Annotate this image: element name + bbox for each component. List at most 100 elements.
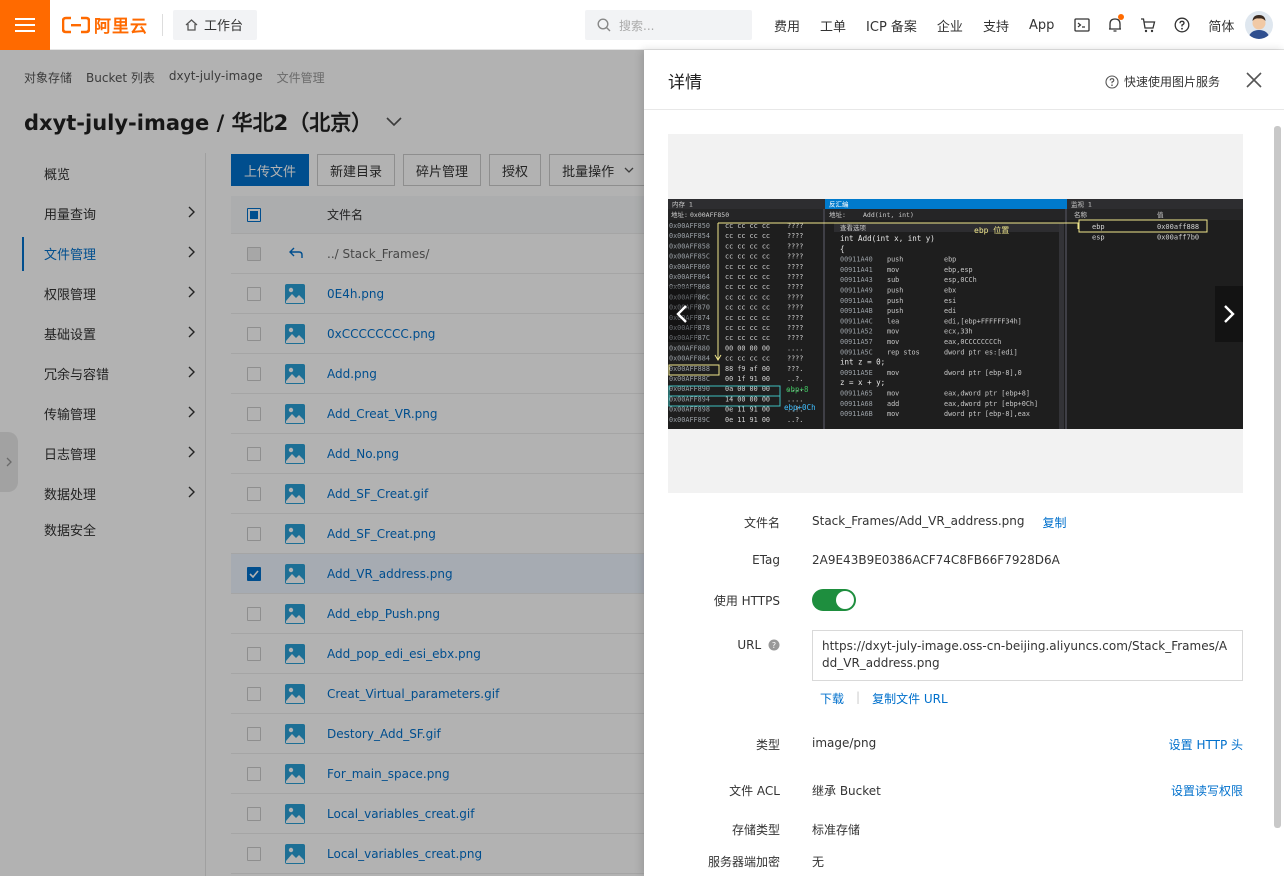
etag-row: ETag 2A9E43B9E0386ACF74C8FB66F7928D6A [668,553,1243,567]
workbench-label: 工作台 [204,19,244,34]
memory-row-ascii: ???? [787,324,803,332]
preview-image: 内存 1 反汇编 监视 1 地址: 0x00AFF850 地址: Add(int… [668,199,1243,429]
asm-address: 00911A68 [840,400,873,408]
memory-row-bytes: 0e 11 91 00 [725,416,770,424]
divider: | [856,690,861,704]
memory-row-ascii: ???. [787,365,803,373]
copy-url-link[interactable]: 复制文件 URL [872,690,948,707]
view-options: 查看选项 [840,223,867,232]
avatar[interactable] [1245,11,1273,39]
search-input[interactable]: 搜索... [585,10,752,40]
asm-operand: ecx,33h [944,328,973,336]
asm-address: 00911A5C [840,348,873,356]
memory-row-bytes: 00 00 00 00 [725,344,770,352]
previous-image-button[interactable] [668,286,696,342]
nav-support[interactable]: 支持 [983,16,1009,35]
memory-row-address: 0x00AFF880 [669,344,710,352]
detail-drawer: 详情 快速使用图片服务 内存 1 反汇编 监视 1 地址: 0x00AFF850… [644,50,1284,876]
memory-row-ascii: ???? [787,232,803,240]
storage-label: 存储类型 [731,823,780,837]
set-http-header-link[interactable]: 设置 HTTP 头 [1169,736,1243,753]
modal-overlay[interactable] [0,50,644,876]
divider [644,109,1284,110]
asm-address: 00911A5E [840,369,873,377]
menu-button[interactable] [0,0,50,50]
asm-address: 00911A6B [840,410,873,418]
language-switch[interactable]: 简体 [1208,16,1234,35]
top-nav: 费用 工单 ICP 备案 企业 支持 App 简体 [774,0,1254,50]
type-row: 类型 image/png 设置 HTTP 头 [668,736,1243,753]
https-label: 使用 HTTPS [713,594,780,608]
asm-address: 00911A49 [840,287,873,295]
nav-enterprise[interactable]: 企业 [937,16,963,35]
asm-address: 00911A43 [840,276,873,284]
download-link[interactable]: 下载 [820,690,844,707]
hamburger-icon [15,17,35,32]
asm-operand: esi [944,297,956,305]
https-row: 使用 HTTPS [668,589,1243,611]
https-toggle[interactable] [812,589,856,611]
asm-operand: dword ptr [ebp-8],0 [944,369,1022,377]
divider [162,13,163,36]
asm-address: 00911A4B [840,307,873,315]
asm-opcode: mov [887,266,899,274]
memory-row-bytes: 88 f9 af 00 [725,365,770,373]
cart-icon[interactable] [1140,17,1156,33]
ebp-position-annotation: ebp 位置 [974,225,1009,235]
image-preview: 内存 1 反汇编 监视 1 地址: 0x00AFF850 地址: Add(int… [668,134,1243,493]
memory-row-ascii: ???? [787,283,803,291]
memory-row-address: 0x00AFF89C [669,416,710,424]
memory-row-ascii: ???? [787,242,803,250]
bell-icon[interactable] [1108,14,1125,33]
memory-row-address: 0x00AFF884 [669,355,710,363]
nav-fees[interactable]: 费用 [774,16,800,35]
next-image-button[interactable] [1215,286,1243,342]
https-toggle-wrap [812,589,856,611]
source-line: { [840,244,845,253]
terminal-icon[interactable] [1074,18,1091,32]
url-actions: 下载 | 复制文件 URL [820,690,1284,707]
asm-operand: eax,dword ptr [ebp+0Ch] [944,400,1038,408]
memory-row-ascii: .... [787,344,803,352]
acl-label: 文件 ACL [729,784,780,798]
asm-operand: ebx [944,287,956,295]
memory-row-address: 0x00AFF88C [669,375,710,383]
close-button[interactable] [1246,72,1262,88]
set-acl-link[interactable]: 设置读写权限 [1171,782,1243,799]
copy-filename-link[interactable]: 复制 [1042,514,1066,531]
memory-row-ascii: ???? [787,253,803,261]
url-textbox[interactable]: https://dxyt-july-image.oss-cn-beijing.a… [812,630,1243,681]
memory-row-bytes: cc cc cc cc [725,355,770,363]
logo-text: 阿里云 [94,17,148,37]
acl-row: 文件 ACL 继承 Bucket 设置读写权限 [668,782,1243,799]
memory-row-address: 0x00AFF888 [669,365,710,373]
memory-row-ascii: ..?. [787,375,803,383]
memory-row-ascii: ???? [787,293,803,301]
watch-row-value: 0x00aff7b0 [1157,234,1199,242]
toggle-knob [836,591,854,609]
asm-opcode: sub [887,276,899,284]
logo[interactable]: 阿里云 [62,12,148,37]
source-line: int Add(int x, int y) [840,234,935,243]
url-label-wrap: URL ? [668,638,780,652]
top-bar: 阿里云 工作台 搜索... 费用 工单 ICP 备案 企业 支持 App 简体 [0,0,1284,50]
scrollbar[interactable] [1274,126,1281,828]
asm-address: 00911A4A [840,297,873,305]
nav-icp[interactable]: ICP 备案 [866,16,917,35]
info-icon[interactable]: ? [768,639,780,651]
encryption-label: 服务器端加密 [707,855,780,869]
encryption-value: 无 [812,855,825,869]
notification-dot [1118,14,1125,20]
quick-image-service-link[interactable]: 快速使用图片服务 [1105,73,1220,90]
etag-label: ETag [752,553,780,567]
memory-row-bytes: cc cc cc cc [725,263,770,271]
workbench-button[interactable]: 工作台 [173,9,258,40]
help-icon[interactable] [1174,17,1190,33]
nav-app[interactable]: App [1029,18,1054,33]
filename-label: 文件名 [743,516,780,530]
asm-address: 00911A65 [840,390,873,398]
nav-tickets[interactable]: 工单 [820,16,846,35]
acl-value: 继承 Bucket [812,784,881,798]
asm-operand: dword ptr [ebp-8],eax [944,410,1030,418]
memory-row-ascii: ???? [787,273,803,281]
